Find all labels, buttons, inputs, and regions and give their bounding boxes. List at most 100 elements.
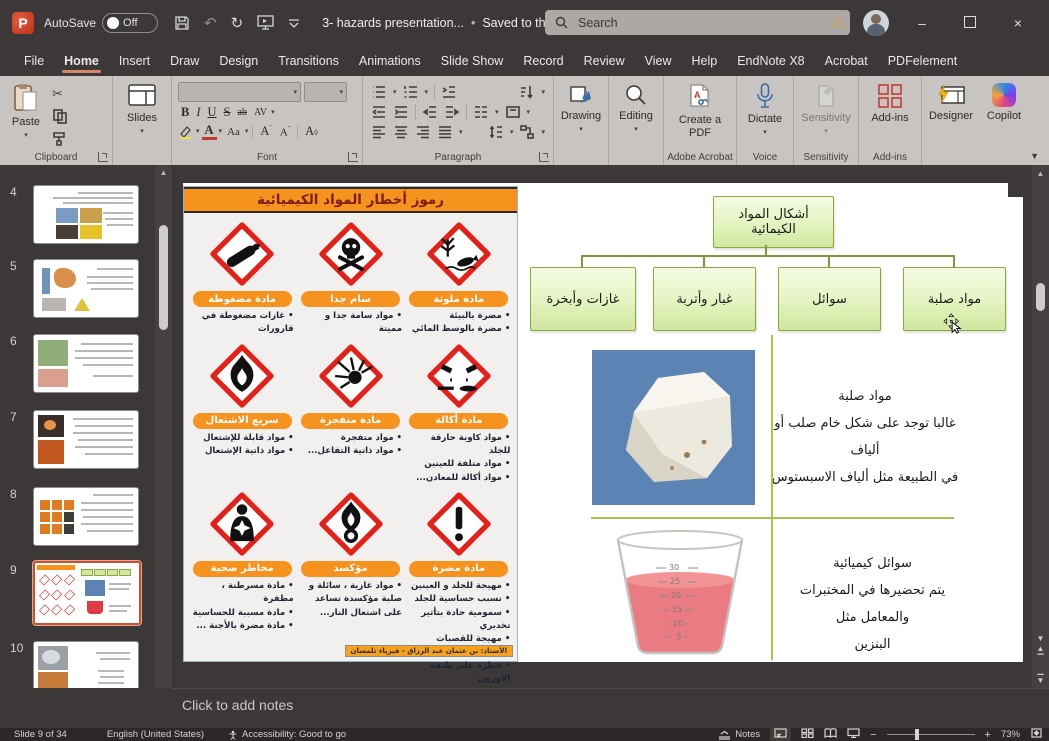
autosave-control[interactable]: AutoSave Off <box>44 13 158 33</box>
smartart-convert-icon[interactable] <box>519 124 535 140</box>
redo-icon[interactable]: ↻ <box>231 14 244 32</box>
bullets-icon[interactable] <box>371 84 387 100</box>
indent-more-icon[interactable] <box>441 84 457 100</box>
start-slideshow-icon[interactable] <box>257 15 274 30</box>
paste-button[interactable]: Paste▾ <box>0 76 52 146</box>
cut-icon[interactable]: ✂ <box>52 86 68 102</box>
font-size-combobox[interactable]: ▾ <box>304 82 347 102</box>
liquid-beaker-image[interactable]: 30 25 20 15 10 5 <box>600 528 760 660</box>
liquids-text-box[interactable]: سوائل كيميائية يتم تحضيرها في المختبرات … <box>780 550 965 658</box>
tab-home[interactable]: Home <box>54 48 109 76</box>
slide-indicator[interactable]: Slide 9 of 34 <box>14 729 67 740</box>
editing-button[interactable]: Editing▾ <box>609 76 663 133</box>
thumbnail-scrollbar[interactable]: ▲ <box>155 165 172 688</box>
next-slide-button[interactable]: ▁▼ <box>1032 666 1049 686</box>
close-button[interactable]: × <box>1003 15 1033 31</box>
language-indicator[interactable]: English (United States) <box>107 729 204 740</box>
zoom-slider[interactable] <box>887 734 975 735</box>
columns-icon[interactable] <box>473 104 489 120</box>
underline-button[interactable]: U <box>205 105 220 120</box>
zoom-out-button[interactable]: − <box>870 729 876 741</box>
undo-icon[interactable]: ↶ <box>204 14 217 32</box>
tab-slide-show[interactable]: Slide Show <box>431 48 514 76</box>
shrink-font-button[interactable]: Aˇ <box>277 125 293 139</box>
clipboard-dialog-launcher[interactable] <box>98 152 108 162</box>
change-case-button[interactable]: Aa <box>224 126 243 138</box>
clear-formatting-button[interactable]: A◊ <box>302 124 321 139</box>
tab-draw[interactable]: Draw <box>160 48 209 76</box>
new-slide-button[interactable]: Slides▾ <box>113 76 171 135</box>
zoom-in-button[interactable]: + <box>985 729 991 741</box>
scrollbar-thumb[interactable] <box>1036 283 1045 311</box>
fit-to-window-button[interactable] <box>1030 728 1043 741</box>
align-center-icon[interactable] <box>393 124 409 140</box>
accessibility-status[interactable]: Accessibility: Good to go <box>228 729 346 740</box>
solid-material-rock-image[interactable] <box>592 350 755 505</box>
font-color-button[interactable]: A <box>202 124 217 140</box>
copilot-button[interactable]: Copilot <box>980 76 1028 123</box>
strikethrough-button[interactable]: S <box>221 105 234 120</box>
scroll-up-icon[interactable]: ▲ <box>1032 169 1049 178</box>
thumbnail-slide-7[interactable] <box>33 410 139 469</box>
search-input[interactable] <box>576 15 800 31</box>
drawing-button[interactable]: A Drawing▾ <box>554 76 608 133</box>
slide-scrollbar[interactable]: ▲ ▼ ▲▔ ▁▼ <box>1032 165 1049 688</box>
diagram-box-dust[interactable]: غبار وأتربة <box>653 267 756 331</box>
reading-view-button[interactable] <box>824 728 837 741</box>
character-spacing-button[interactable]: AV <box>251 107 270 118</box>
maximize-button[interactable] <box>955 15 985 31</box>
save-icon[interactable] <box>174 15 190 31</box>
slideshow-view-button[interactable] <box>847 728 860 741</box>
tab-review[interactable]: Review <box>574 48 635 76</box>
powerpoint-logo-icon[interactable]: P <box>12 12 34 34</box>
search-box[interactable] <box>545 10 850 35</box>
paragraph-dialog-launcher[interactable] <box>539 152 549 162</box>
italic-button[interactable]: I <box>193 105 203 120</box>
notes-pane[interactable]: Click to add notes <box>172 688 1049 728</box>
tab-record[interactable]: Record <box>513 48 573 76</box>
notes-placeholder[interactable]: Click to add notes <box>182 697 293 713</box>
indent-increase-icon[interactable] <box>393 104 409 120</box>
dictate-button[interactable]: Dictate▾ <box>737 76 793 136</box>
font-name-combobox[interactable]: ▾ <box>178 82 301 102</box>
format-painter-icon[interactable] <box>52 130 68 146</box>
tab-animations[interactable]: Animations <box>349 48 431 76</box>
tab-view[interactable]: View <box>635 48 682 76</box>
solids-text-box[interactable]: مواد صلبة غالبا توجد على شكل خام صلب أو … <box>771 383 959 491</box>
bold-button[interactable]: B <box>178 105 192 120</box>
indent-decrease-icon[interactable] <box>371 104 387 120</box>
thumbnail-slide-5[interactable] <box>33 259 139 318</box>
autosave-toggle[interactable]: Off <box>102 13 158 33</box>
minimize-button[interactable]: – <box>907 15 937 31</box>
tab-endnote[interactable]: EndNote X8 <box>727 48 814 76</box>
tab-design[interactable]: Design <box>209 48 268 76</box>
hazard-symbols-panel[interactable]: رموز أخطار المواد الكيميائية مادة ملوثة … <box>183 186 518 662</box>
tab-help[interactable]: Help <box>681 48 727 76</box>
copy-icon[interactable] <box>52 108 68 124</box>
align-left-icon[interactable] <box>371 124 387 140</box>
thumbnail-slide-9-active[interactable] <box>33 561 141 625</box>
scrollbar-thumb[interactable] <box>159 225 168 330</box>
grow-font-button[interactable]: Aˆ <box>257 124 274 139</box>
slide-sorter-view-button[interactable] <box>801 728 814 741</box>
align-right-icon[interactable] <box>415 124 431 140</box>
thumbnail-slide-6[interactable] <box>33 334 139 393</box>
designer-button[interactable]: Designer <box>922 76 980 123</box>
highlight-color-icon[interactable] <box>178 125 194 139</box>
thumbnail-slide-4[interactable] <box>33 185 139 244</box>
tab-acrobat[interactable]: Acrobat <box>815 48 878 76</box>
notes-toggle-button[interactable]: Notes <box>718 729 760 740</box>
tab-pdfelement[interactable]: PDFelement <box>878 48 967 76</box>
warning-icon[interactable]: ⚠ <box>831 13 845 33</box>
user-avatar[interactable] <box>863 10 889 36</box>
tab-file[interactable]: File <box>14 48 54 76</box>
scroll-down-icon[interactable]: ▼ <box>1032 634 1049 644</box>
numbering-icon[interactable] <box>403 84 419 100</box>
line-spacing-icon[interactable] <box>488 124 504 140</box>
font-dialog-launcher[interactable] <box>348 152 358 162</box>
previous-slide-button[interactable]: ▲▔ <box>1032 644 1049 664</box>
create-pdf-button[interactable]: A Create a PDF <box>664 76 736 139</box>
scroll-up-icon[interactable]: ▲ <box>155 168 172 177</box>
sort-icon[interactable] <box>519 84 535 100</box>
zoom-slider-thumb[interactable] <box>915 729 919 740</box>
